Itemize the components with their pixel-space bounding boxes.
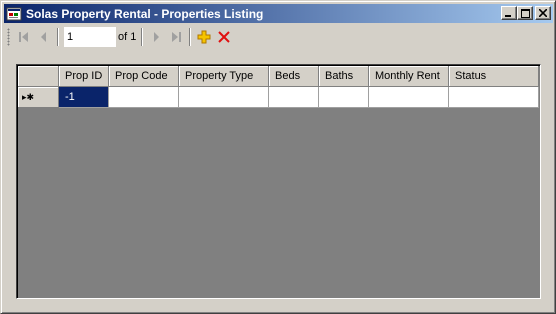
toolbar-separator (57, 27, 59, 46)
column-header-status[interactable]: Status (449, 66, 539, 87)
maximize-button[interactable] (517, 6, 533, 20)
column-header-baths[interactable]: Baths (319, 66, 369, 87)
move-next-icon (154, 31, 160, 42)
move-last-icon (172, 31, 182, 42)
close-button[interactable] (535, 6, 551, 20)
toolbar-separator (189, 27, 192, 46)
cell-prop-id[interactable]: -1 (59, 87, 109, 108)
move-first-icon (19, 31, 28, 42)
move-previous-icon (41, 31, 46, 42)
properties-data-grid[interactable]: Prop ID Prop Code Property Type Beds Bat… (16, 64, 541, 299)
row-header-corner[interactable] (18, 66, 59, 87)
table-row[interactable]: ▸✱ -1 (18, 87, 539, 108)
cell-baths[interactable] (319, 87, 369, 108)
title-bar[interactable]: Solas Property Rental - Properties Listi… (4, 4, 553, 23)
caption-buttons (501, 6, 551, 20)
minimize-icon (505, 15, 511, 17)
move-last-button[interactable] (166, 27, 186, 47)
column-header-prop-id[interactable]: Prop ID (59, 66, 109, 87)
column-header-monthly-rent[interactable]: Monthly Rent (369, 66, 449, 87)
minimize-button[interactable] (501, 6, 517, 20)
binding-navigator: of 1 (5, 24, 552, 49)
window-title: Solas Property Rental - Properties Listi… (26, 6, 264, 21)
move-first-button[interactable] (14, 27, 34, 47)
move-previous-button[interactable] (34, 27, 54, 47)
delete-icon (218, 30, 231, 43)
add-new-button[interactable] (194, 27, 214, 47)
grid-header-row: Prop ID Prop Code Property Type Beds Bat… (18, 66, 539, 87)
app-form-icon[interactable] (6, 6, 22, 22)
cell-prop-code[interactable] (109, 87, 179, 108)
column-header-prop-code[interactable]: Prop Code (109, 66, 179, 87)
move-next-button[interactable] (146, 27, 166, 47)
column-header-beds[interactable]: Beds (269, 66, 319, 87)
cell-property-type[interactable] (179, 87, 269, 108)
maximize-icon (520, 8, 530, 18)
close-icon (539, 9, 547, 17)
column-header-property-type[interactable]: Property Type (179, 66, 269, 87)
delete-button[interactable] (214, 27, 234, 47)
new-row-marker: ▸✱ (22, 91, 35, 102)
row-header-new-row[interactable]: ▸✱ (18, 87, 59, 108)
position-input[interactable] (64, 26, 116, 47)
cell-status[interactable] (449, 87, 539, 108)
main-window: Solas Property Rental - Properties Listi… (0, 0, 556, 314)
toolbar-separator (141, 27, 144, 46)
toolbar-grip[interactable] (7, 27, 10, 46)
count-label: of 1 (118, 30, 137, 43)
add-new-icon (197, 30, 211, 43)
cell-monthly-rent[interactable] (369, 87, 449, 108)
cell-beds[interactable] (269, 87, 319, 108)
